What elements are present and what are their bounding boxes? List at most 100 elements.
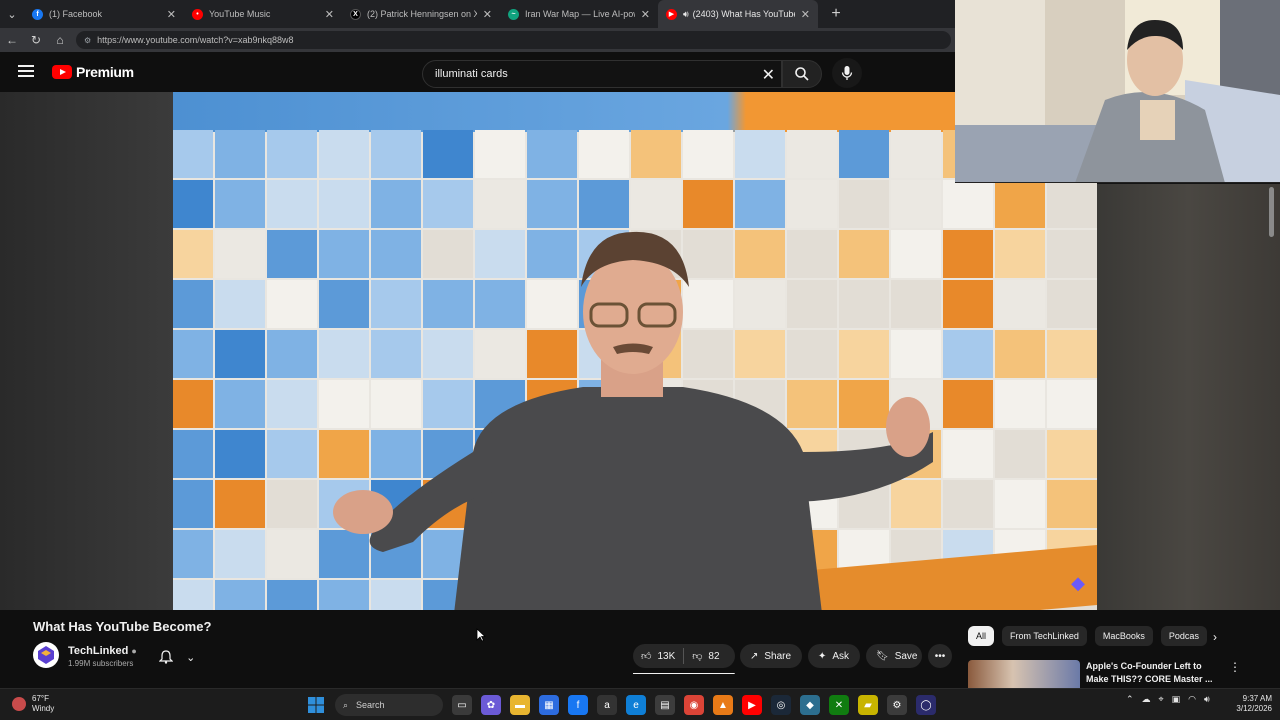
wall-tile — [943, 230, 993, 278]
recommendation-thumbnail[interactable] — [968, 660, 1080, 688]
xbox-icon[interactable]: ✕ — [829, 695, 849, 715]
reload-icon[interactable]: ↻ — [24, 33, 48, 47]
weather-widget[interactable]: 67°F Windy — [12, 694, 54, 714]
tab-youtube-music[interactable]: • YouTube Music ✕ — [184, 0, 342, 28]
tab-x-post[interactable]: X (2) Patrick Henningsen on X: "This ✕ — [342, 0, 500, 28]
scrollbar-thumb[interactable] — [1269, 187, 1274, 237]
channel-watermark-icon[interactable]: ◆ — [1071, 573, 1085, 594]
store-icon[interactable]: ▦ — [539, 695, 559, 715]
tray-volume-icon[interactable]: 🔊︎ — [1204, 694, 1210, 705]
home-icon[interactable]: ⌂ — [48, 33, 72, 47]
search-query-text: illuminati cards — [435, 68, 508, 80]
wall-tile — [735, 130, 785, 178]
wall-tile — [319, 130, 369, 178]
chip-all[interactable]: All — [968, 626, 995, 646]
player-left-backdrop — [0, 92, 173, 610]
speaker-icon[interactable]: 🔊︎ — [683, 9, 689, 20]
channel-avatar[interactable] — [33, 642, 59, 668]
wall-tile — [173, 480, 213, 528]
chip-from-techlinked[interactable]: From TechLinked — [1002, 626, 1087, 646]
more-actions-button[interactable]: ••• — [928, 644, 952, 668]
like-button[interactable]: 👍︎ 13K — [633, 644, 683, 668]
tray-location-icon[interactable]: ⌖ — [1159, 694, 1164, 705]
wall-tile — [173, 180, 213, 228]
wall-tile — [173, 430, 213, 478]
tray-network-icon[interactable]: ▣ — [1172, 694, 1181, 705]
tray-wifi-icon[interactable]: ◠ — [1188, 694, 1196, 705]
amazon-icon[interactable]: a — [597, 695, 617, 715]
back-arrow-icon[interactable]: ← — [0, 33, 24, 47]
facebook-icon[interactable]: f — [568, 695, 588, 715]
task-view-icon[interactable]: ▭ — [452, 695, 472, 715]
youtube-icon[interactable]: ▶ — [742, 695, 762, 715]
taskbar-clock[interactable]: 9:37 AM 3/12/2026 — [1228, 694, 1272, 714]
thumbs-down-icon: 👎︎ — [692, 651, 703, 662]
wall-tile — [267, 330, 317, 378]
url-text: https://www.youtube.com/watch?v=xab9nkq8… — [97, 35, 294, 45]
wall-tile — [1047, 330, 1097, 378]
app-diamond-icon[interactable]: ◆ — [800, 695, 820, 715]
ask-button[interactable]: ✦ Ask — [808, 644, 860, 668]
page-scrollbar[interactable] — [1268, 183, 1276, 688]
edge-icon[interactable]: e — [626, 695, 646, 715]
notification-bell-button[interactable]: ⌄ — [152, 646, 202, 668]
wall-tile — [173, 380, 213, 428]
wall-tile — [423, 130, 473, 178]
youtube-premium-logo[interactable]: Premium — [52, 64, 134, 80]
wall-tile — [173, 280, 213, 328]
obs-record-icon[interactable]: ◯ — [916, 695, 936, 715]
steam-icon[interactable]: ◎ — [771, 695, 791, 715]
chip-podcasts[interactable]: Podcas — [1160, 626, 1207, 646]
tab-title: (2) Patrick Henningsen on X: "This — [367, 9, 477, 19]
channel-name-text: TechLinked — [68, 645, 129, 657]
taskbar-search-box[interactable]: ⌕ Search — [335, 694, 443, 716]
url-field[interactable]: ⚙ https://www.youtube.com/watch?v=xab9nk… — [76, 31, 951, 49]
close-icon[interactable]: ✕ — [641, 8, 650, 21]
recommendation-title-line2: Make THIS?? CORE Master ... — [1086, 674, 1213, 684]
wall-tile — [1047, 480, 1097, 528]
new-tab-plus-icon[interactable]: + — [826, 5, 846, 23]
vlc-icon[interactable]: ▲ — [713, 695, 733, 715]
close-icon[interactable]: ✕ — [483, 8, 492, 21]
wall-tile — [995, 230, 1045, 278]
file-explorer-icon[interactable]: ▬ — [510, 695, 530, 715]
menu-hamburger-icon[interactable] — [18, 65, 34, 77]
channel-name[interactable]: TechLinked ● — [68, 645, 137, 657]
tab-facebook[interactable]: f (1) Facebook ✕ — [24, 0, 184, 28]
chevron-up-icon[interactable]: ⌃ — [1126, 694, 1134, 705]
voice-search-button[interactable] — [832, 58, 862, 88]
search-input[interactable]: illuminati cards ✕ — [422, 60, 782, 88]
recommendation-title[interactable]: Apple's Co-Founder Left to Make THIS?? C… — [1086, 660, 1216, 686]
chip-macbooks[interactable]: MacBooks — [1094, 626, 1153, 646]
tab-youtube-video[interactable]: ▶ 🔊︎ (2403) What Has YouTube Be ✕ — [658, 0, 818, 28]
wall-tile — [995, 180, 1045, 228]
windows-start-icon[interactable] — [306, 695, 326, 715]
tray-app-icon[interactable]: ☁ — [1142, 694, 1151, 705]
weather-temperature: 67°F — [32, 694, 49, 703]
chevron-right-icon[interactable]: › — [1213, 630, 1217, 644]
recommendation-title-line1: Apple's Co-Founder Left to — [1086, 661, 1202, 671]
chrome-icon[interactable]: ◉ — [684, 695, 704, 715]
calculator-icon[interactable]: ▤ — [655, 695, 675, 715]
search-button[interactable] — [782, 60, 822, 88]
close-icon[interactable]: ✕ — [325, 8, 334, 21]
site-info-icon[interactable]: ⚙ — [84, 36, 91, 45]
sparkle-icon: ✦ — [818, 650, 827, 662]
youtube-music-icon: • — [192, 8, 203, 20]
save-button[interactable]: 🔖︎ Save — [866, 644, 922, 668]
more-vertical-icon[interactable]: ⋮ — [1229, 660, 1241, 674]
wall-tile — [1047, 430, 1097, 478]
wall-tile — [631, 130, 681, 178]
close-icon[interactable]: ✕ — [801, 8, 810, 21]
share-button[interactable]: ↗ Share — [740, 644, 802, 668]
address-bar: ← ↻ ⌂ ⚙ https://www.youtube.com/watch?v=… — [0, 28, 955, 52]
clear-search-icon[interactable]: ✕ — [762, 65, 775, 85]
close-icon[interactable]: ✕ — [167, 8, 176, 21]
settings-gear-icon[interactable]: ⚙ — [887, 695, 907, 715]
notes-icon[interactable]: ▰ — [858, 695, 878, 715]
dislike-button[interactable]: 👎︎ 82 — [684, 644, 727, 668]
tab-iran-war-map[interactable]: ~ Iran War Map — Live AI-powered ✕ — [500, 0, 658, 28]
tab-list-chevron-icon[interactable]: ⌄ — [0, 0, 24, 28]
copilot-icon[interactable]: ✿ — [481, 695, 501, 715]
wall-tile — [579, 130, 629, 178]
